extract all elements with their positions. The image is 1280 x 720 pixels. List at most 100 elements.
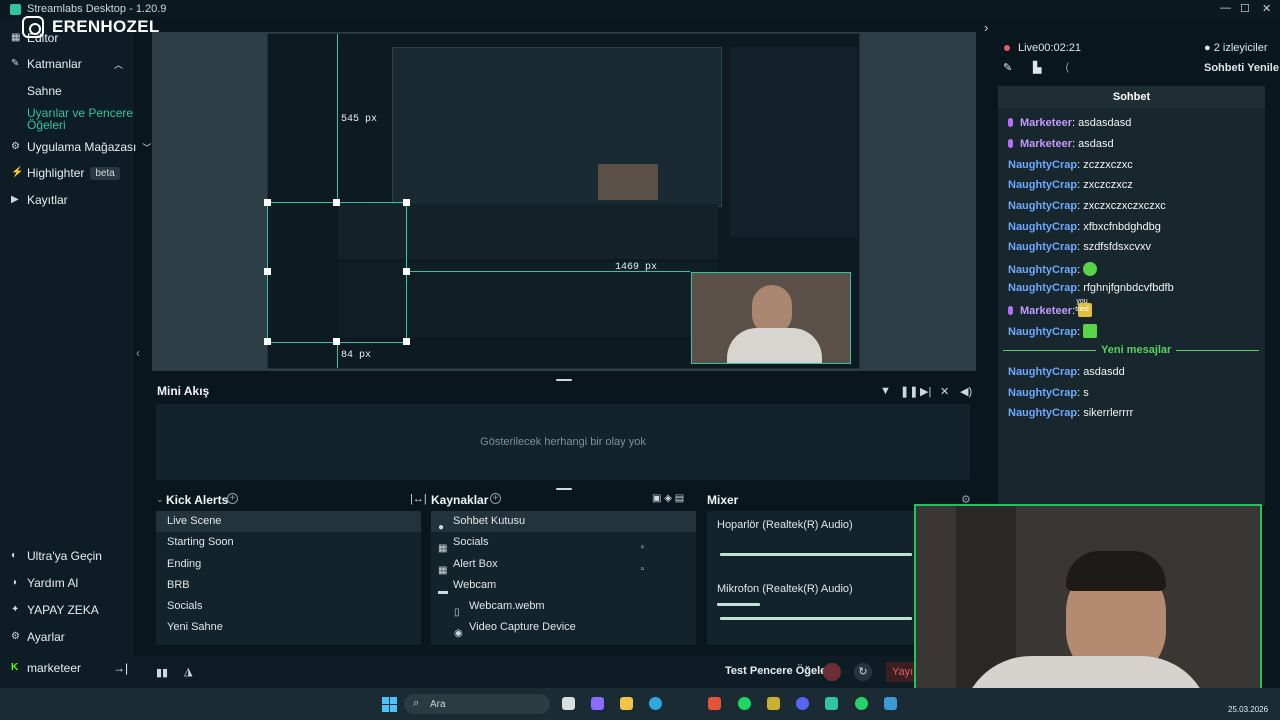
folder-icons[interactable]: ▣ ◈ ▤ [652, 493, 684, 504]
source-item[interactable]: ◉ Video Capture Device [431, 617, 696, 639]
spotify-icon[interactable] [738, 697, 751, 710]
edge-icon[interactable] [649, 697, 662, 710]
replay-buffer-button[interactable]: ↻ [854, 663, 872, 681]
chat-username[interactable]: NaughtyCrap [1008, 159, 1077, 171]
add-scene-icon[interactable]: + [227, 493, 238, 504]
source-item[interactable]: ● Sohbet Kutusu [431, 511, 696, 533]
sidebar-item-label: Katmanlar [27, 57, 82, 71]
scene-item[interactable]: Starting Soon [156, 532, 421, 553]
chat-username[interactable]: Marketeer [1020, 305, 1072, 317]
taskbar-search[interactable] [404, 694, 550, 714]
chat-username[interactable]: NaughtyCrap [1008, 264, 1077, 276]
scene-item[interactable]: Yeni Sahne [156, 617, 421, 638]
resize-handle[interactable] [403, 338, 410, 345]
chat-username[interactable]: NaughtyCrap [1008, 221, 1077, 233]
chat-username[interactable]: NaughtyCrap [1008, 326, 1077, 338]
sidebar-item-ultra[interactable]: ◐ Ultra'ya Geçin [11, 549, 102, 563]
resize-handle[interactable] [403, 268, 410, 275]
resize-handle[interactable] [333, 199, 340, 206]
chat-message: NaughtyCrap: zxczczxcz [1008, 179, 1133, 191]
share-icon[interactable]: ⟨ [1065, 61, 1069, 74]
windows-start-icon[interactable] [382, 697, 397, 712]
chat-username[interactable]: Marketeer [1020, 138, 1072, 150]
chat-username[interactable]: Marketeer [1020, 117, 1072, 129]
resize-handle[interactable] [264, 338, 271, 345]
mod-icon [1008, 139, 1013, 148]
chat-text: asdasd [1078, 138, 1114, 150]
instagram-icon [22, 16, 44, 38]
source-item[interactable]: ▬ Webcam [431, 575, 696, 597]
resize-handle[interactable] [264, 199, 271, 206]
sidebar-item-recordings[interactable]: ▶ Kayıtlar [11, 193, 68, 207]
sidebar-item-label: Yardım Al [27, 576, 79, 590]
copilot-icon[interactable] [591, 697, 604, 710]
chat-text: xfbxcfnbdghdbg [1083, 221, 1161, 233]
scene-item[interactable]: Socials [156, 596, 421, 617]
chat-username[interactable]: NaughtyCrap [1008, 200, 1077, 212]
sidebar-item-user[interactable]: Kmarketeer →| [11, 661, 128, 675]
sidebar-item-settings[interactable]: ⚙ Ayarlar [11, 630, 65, 644]
maximize-icon[interactable]: ☐ [1240, 2, 1250, 15]
popout-icon[interactable]: ▙ [1033, 61, 1041, 74]
resize-bar[interactable] [556, 488, 572, 490]
bell-icon[interactable]: ◮ [184, 665, 192, 678]
taskview-icon[interactable] [562, 697, 575, 710]
filter-icon[interactable]: ▼ [880, 385, 891, 397]
chat-username[interactable]: NaughtyCrap [1008, 366, 1077, 378]
source-item[interactable]: ▯ Webcam.webm [431, 596, 696, 618]
chat-username[interactable]: NaughtyCrap [1008, 387, 1077, 399]
sidebar-subitem-scene[interactable]: Sahne [27, 84, 62, 98]
source-item[interactable]: ▦ Socials ▫ [431, 532, 696, 554]
chat-username[interactable]: NaughtyCrap [1008, 179, 1077, 191]
viewer-count: ● 2 izleyiciler [1204, 42, 1268, 54]
test-widgets-button[interactable]: Test Pencere Öğeleri [725, 665, 834, 677]
stats-icon[interactable]: ▮▮ [156, 666, 168, 679]
add-source-icon[interactable]: + [490, 493, 501, 504]
resize-handle[interactable] [264, 268, 271, 275]
brave-icon[interactable] [708, 697, 721, 710]
resize-handle[interactable] [403, 199, 410, 206]
refresh-chat-button[interactable]: Sohbeti Yenile [1204, 62, 1279, 74]
resize-handle[interactable] [333, 338, 340, 345]
app-icon[interactable] [767, 697, 780, 710]
pause-icon[interactable]: ❚❚ [900, 385, 918, 398]
collapse-icon[interactable]: ⌄ [156, 494, 164, 505]
windows-taskbar [0, 688, 1280, 720]
transition-icon[interactable]: |↔| [410, 493, 427, 505]
file-explorer-icon[interactable] [620, 697, 633, 710]
discord-icon[interactable] [796, 697, 809, 710]
app-icon[interactable] [884, 697, 897, 710]
mixer-volume-slider[interactable] [720, 617, 912, 620]
sidebar-item-app-store[interactable]: ⚙ Uygulama Mağazası ﹀ [11, 140, 151, 154]
go-live-button[interactable]: Yayı [886, 662, 916, 682]
streamlabs-taskbar-icon[interactable] [825, 697, 838, 710]
viewers-icon: ● [1204, 42, 1214, 54]
scene-item[interactable]: Ending [156, 554, 421, 575]
scene-item[interactable]: BRB [156, 575, 421, 596]
chevron-right-icon[interactable]: › [984, 20, 988, 35]
skip-icon[interactable]: ▶| [920, 385, 931, 398]
chat-username[interactable]: NaughtyCrap [1008, 282, 1077, 294]
sidebar-item-layers[interactable]: ✎ Katmanlar ︿ [11, 57, 123, 71]
chat-username[interactable]: NaughtyCrap [1008, 241, 1077, 253]
sidebar-item-highlighter[interactable]: ⚡ Highlighter beta [11, 166, 120, 180]
sidebar-item-help[interactable]: ◑ Yardım Al [11, 576, 78, 590]
close-icon[interactable]: ✕ [1262, 2, 1271, 15]
logout-icon[interactable]: →| [113, 661, 128, 675]
chat-username[interactable]: NaughtyCrap [1008, 407, 1077, 419]
mixer-volume-slider[interactable] [720, 553, 912, 556]
volume-icon[interactable]: ◀) [960, 385, 972, 398]
sidebar-subitem-alerts-line2[interactable]: Öğeleri [27, 118, 66, 132]
chevron-left-icon[interactable]: ‹ [136, 346, 140, 360]
minimize-icon[interactable]: — [1220, 2, 1231, 14]
preview-webcam-source[interactable] [691, 272, 851, 364]
scene-item[interactable]: Live Scene [156, 511, 421, 533]
whatsapp-icon[interactable] [855, 697, 868, 710]
scenes-title[interactable]: Kick Alerts [166, 493, 228, 507]
record-button[interactable] [823, 663, 841, 681]
sidebar-item-ai[interactable]: ✦ YAPAY ZEKA [11, 603, 99, 617]
mute-alerts-icon[interactable]: ✕ [940, 385, 949, 398]
source-item[interactable]: ▦ Alert Box ▫ [431, 554, 696, 576]
pencil-icon[interactable]: ✎ [1003, 61, 1012, 74]
resize-bar[interactable] [556, 379, 572, 381]
